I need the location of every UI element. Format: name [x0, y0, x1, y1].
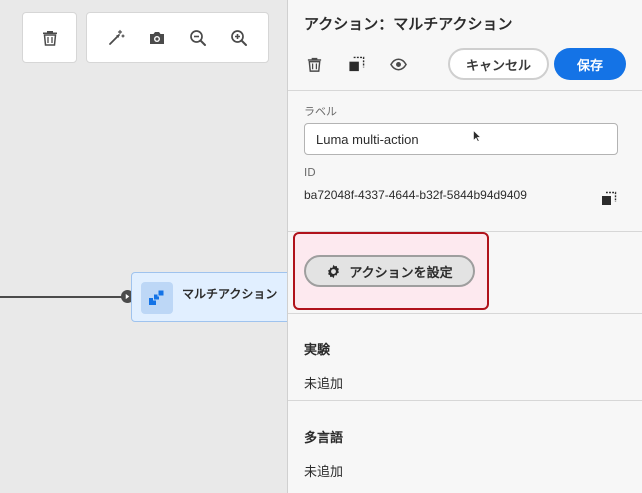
experiment-value[interactable]: 未追加	[304, 373, 343, 392]
trash-icon[interactable]	[35, 23, 65, 53]
experiment-title: 実験	[304, 343, 331, 358]
node-label: マルチアクション	[182, 287, 278, 301]
gear-icon	[328, 264, 340, 278]
duplicate-icon[interactable]	[346, 54, 366, 74]
panel-actions	[304, 54, 408, 74]
multilingual-value[interactable]: 未追加	[304, 461, 343, 480]
divider	[288, 90, 642, 91]
multilingual-title: 多言語	[304, 431, 344, 446]
label-input[interactable]	[304, 123, 618, 155]
canvas-delete-toolbar	[22, 12, 77, 63]
delete-icon[interactable]	[304, 54, 324, 74]
divider	[288, 313, 642, 314]
magic-wand-icon[interactable]	[101, 23, 131, 53]
properties-panel: アクション：マルチアクション キャンセル 保存 ラベル ID ba72048f-…	[287, 0, 642, 493]
journey-canvas[interactable]: マルチアクション	[0, 0, 291, 493]
mouse-cursor-icon	[473, 130, 481, 142]
multi-action-node[interactable]: マルチアクション	[131, 272, 291, 322]
eye-icon[interactable]	[388, 54, 408, 74]
zoom-in-icon[interactable]	[224, 23, 254, 53]
camera-icon[interactable]	[142, 23, 172, 53]
id-field-label: ID	[304, 166, 316, 179]
label-field-label: ラベル	[304, 105, 337, 118]
panel-title: アクション：マルチアクション	[304, 15, 513, 33]
journey-connector	[0, 296, 122, 298]
copy-icon[interactable]	[601, 191, 617, 207]
zoom-out-icon[interactable]	[183, 23, 213, 53]
configure-action-label: アクションを設定	[349, 265, 453, 281]
save-button[interactable]: 保存	[554, 48, 626, 80]
divider	[288, 400, 642, 401]
multi-action-icon	[141, 282, 173, 314]
cancel-button[interactable]: キャンセル	[448, 48, 549, 80]
canvas-toolbar	[86, 12, 269, 63]
configure-action-button[interactable]: アクションを設定	[304, 255, 475, 287]
id-value: ba72048f-4337-4644-b32f-5844b94d9409	[304, 188, 527, 202]
